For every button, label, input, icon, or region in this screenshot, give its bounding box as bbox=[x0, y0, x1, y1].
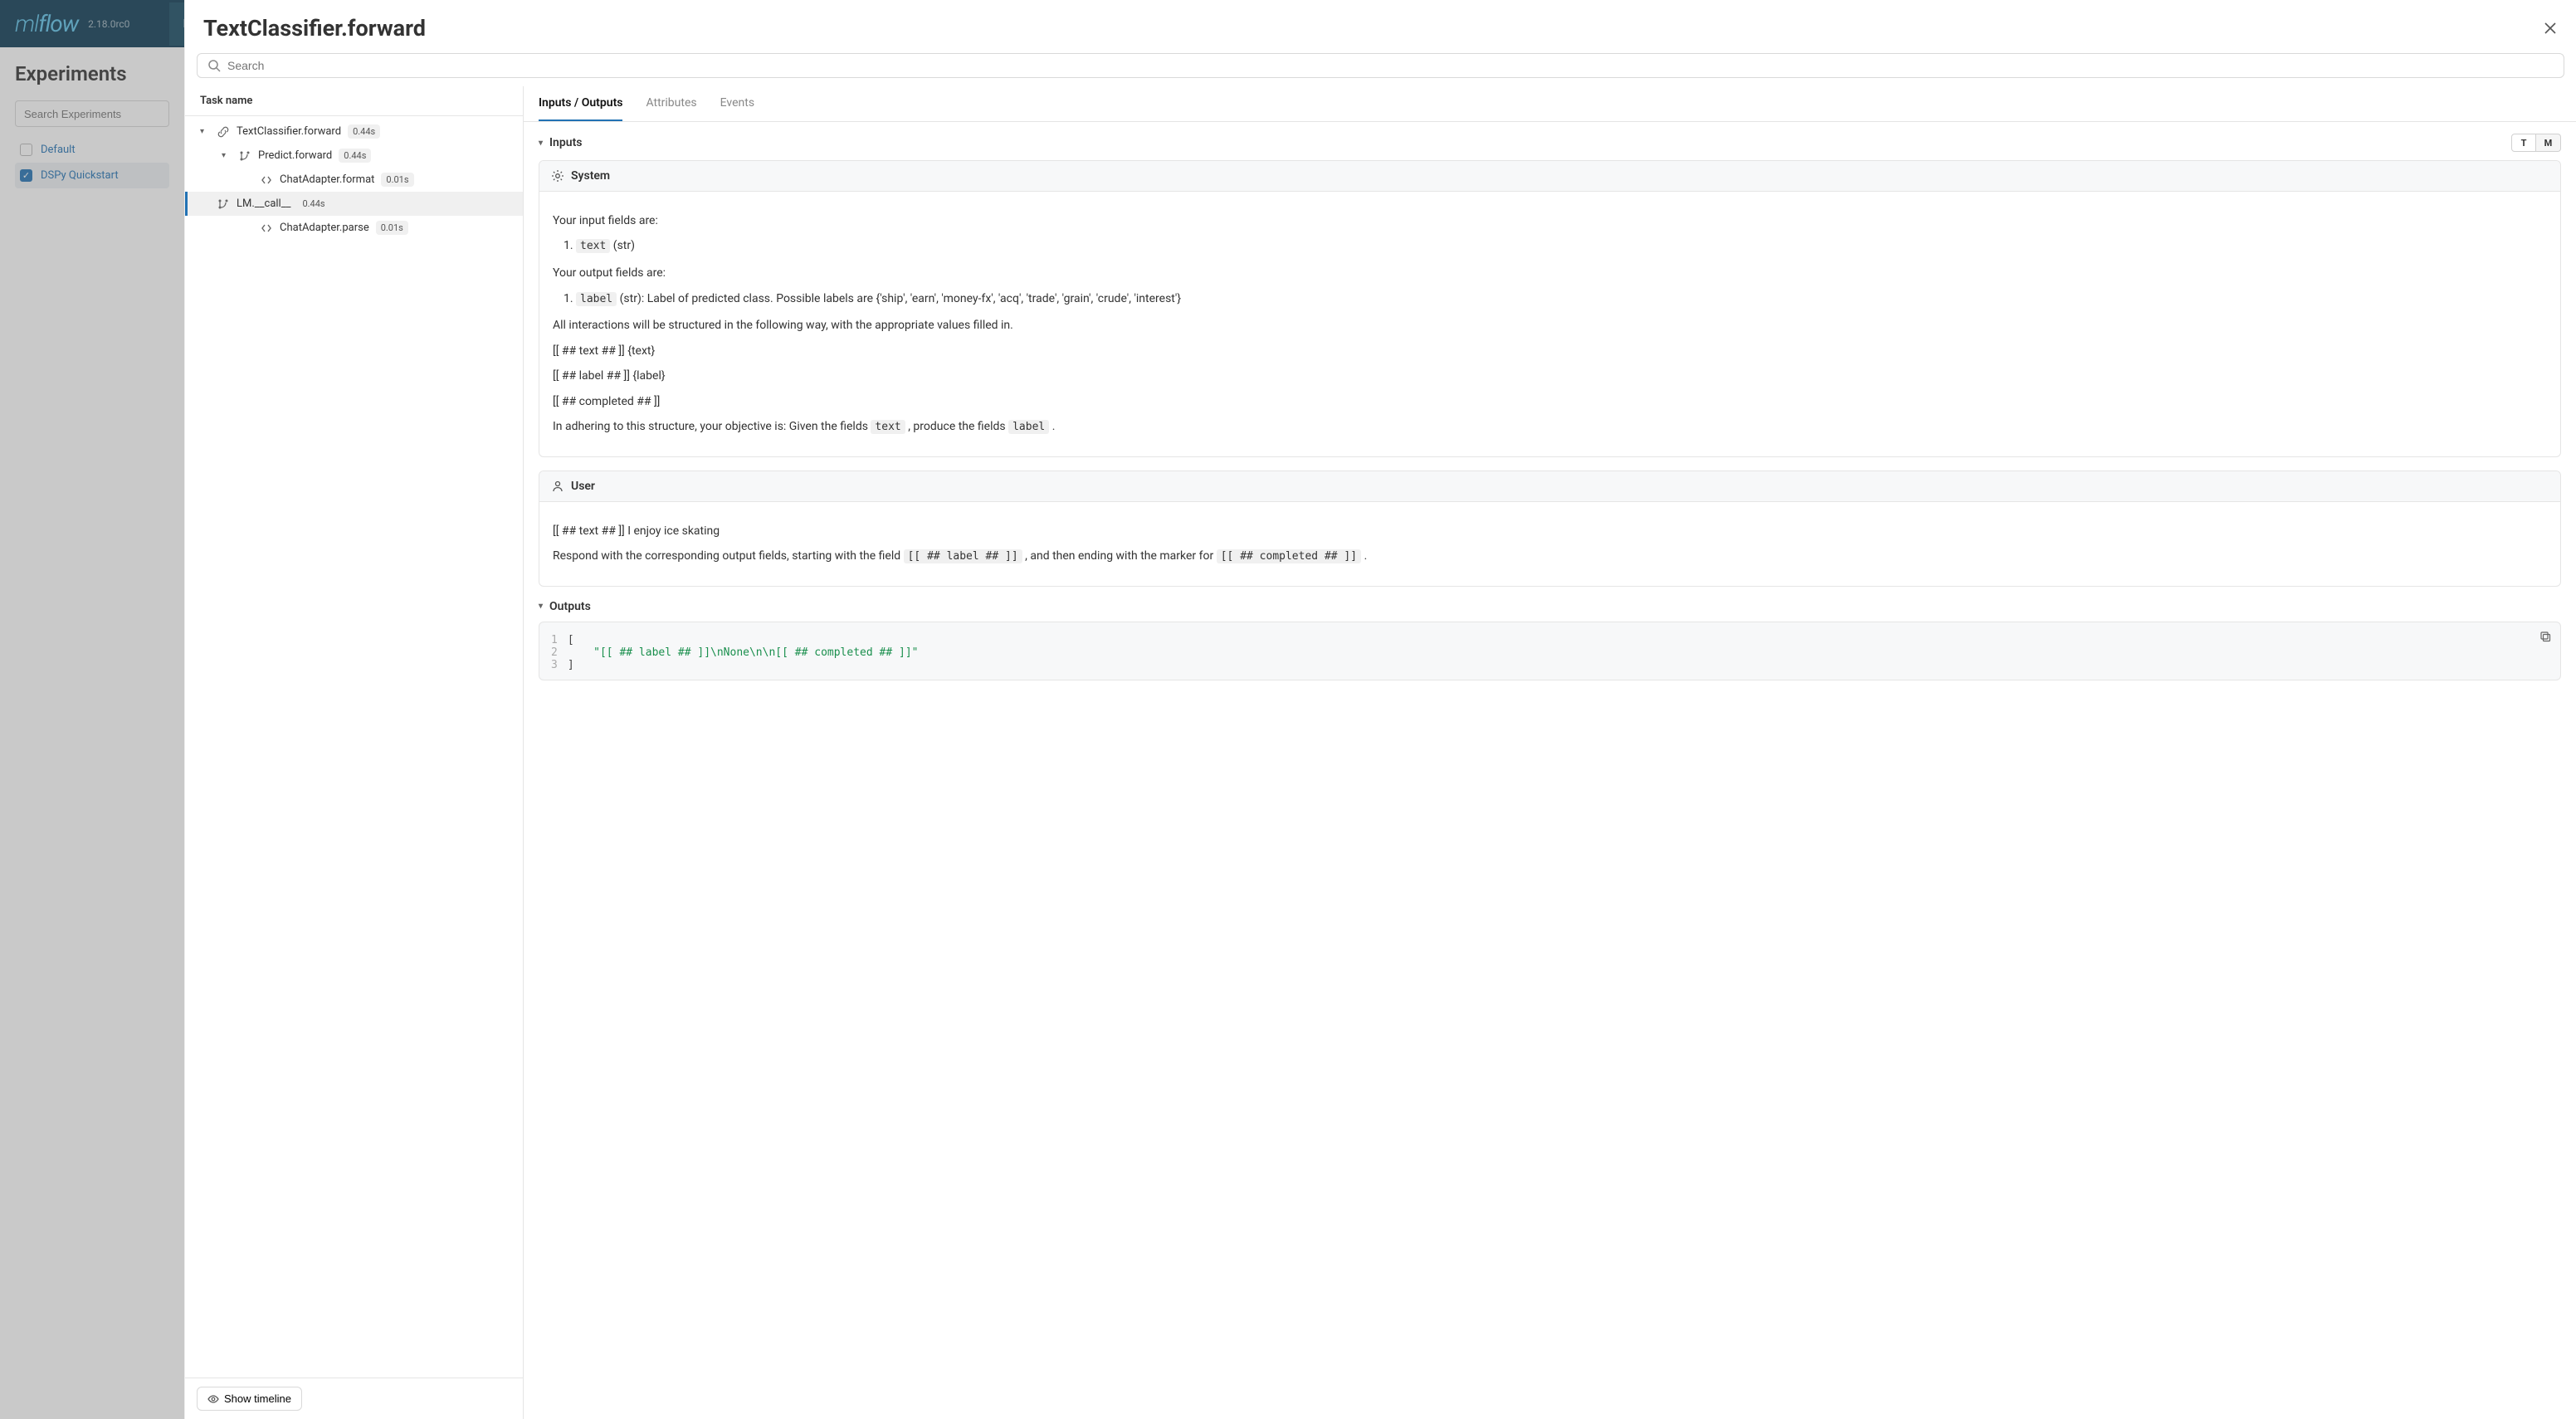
duration-badge: 0.01s bbox=[381, 173, 413, 187]
copy-button[interactable] bbox=[2539, 631, 2552, 643]
tree-header: Task name bbox=[185, 86, 523, 116]
search-input[interactable] bbox=[227, 59, 2554, 72]
link-icon bbox=[217, 125, 230, 139]
system-title: System bbox=[571, 169, 610, 183]
task-label: TextClassifier.forward bbox=[237, 125, 341, 138]
chevron-down-icon: ▾ bbox=[539, 602, 543, 611]
outputs-card: 1 2 3 [ "[[ ## label ## ]]\nNone\n\n[[ #… bbox=[539, 622, 2561, 680]
output-field-item: label (str): Label of predicted class. P… bbox=[576, 290, 2547, 309]
trace-panel: TextClassifier.forward Task name ▾ TextC… bbox=[184, 0, 2576, 1419]
user-title: User bbox=[571, 480, 595, 493]
panel-title: TextClassifier.forward bbox=[203, 15, 426, 41]
tree-row-lmcall[interactable]: LM.__call__ 0.44s bbox=[185, 192, 523, 216]
view-markdown-button[interactable]: M bbox=[2536, 134, 2561, 152]
search-icon bbox=[207, 59, 221, 72]
task-label: LM.__call__ bbox=[237, 197, 290, 210]
search-box[interactable] bbox=[197, 53, 2564, 78]
task-tree: Task name ▾ TextClassifier.forward 0.44s… bbox=[185, 86, 524, 1419]
tree-row-parse[interactable]: ChatAdapter.parse 0.01s bbox=[185, 216, 523, 240]
system-text: Your output fields are: bbox=[553, 264, 2547, 282]
branch-icon bbox=[238, 149, 251, 163]
inputs-title: Inputs bbox=[549, 136, 582, 149]
branch-icon bbox=[217, 197, 230, 211]
tab-events[interactable]: Events bbox=[720, 86, 754, 121]
tree-row-predict[interactable]: ▾ Predict.forward 0.44s bbox=[185, 144, 523, 168]
task-label: ChatAdapter.parse bbox=[280, 222, 369, 234]
user-text: [[ ## text ## ]] I enjoy ice skating bbox=[553, 522, 2547, 540]
show-timeline-button[interactable]: Show timeline bbox=[197, 1387, 302, 1411]
code-icon bbox=[260, 222, 273, 235]
system-text: All interactions will be structured in t… bbox=[553, 316, 2547, 334]
show-timeline-label: Show timeline bbox=[224, 1392, 291, 1405]
inputs-section-toggle[interactable]: ▾ Inputs bbox=[539, 136, 582, 149]
system-card: System Your input fields are: text (str)… bbox=[539, 160, 2561, 457]
view-toggle: T M bbox=[2511, 134, 2561, 152]
template-line: [[ ## label ## ]] {label} bbox=[553, 367, 2547, 385]
outputs-section-toggle[interactable]: ▾ Outputs bbox=[539, 600, 591, 613]
gear-icon bbox=[551, 169, 564, 183]
task-label: Predict.forward bbox=[258, 149, 332, 162]
chevron-down-icon[interactable]: ▾ bbox=[222, 151, 232, 160]
tab-attributes[interactable]: Attributes bbox=[646, 86, 696, 121]
chevron-down-icon[interactable]: ▾ bbox=[200, 127, 210, 136]
user-card: User [[ ## text ## ]] I enjoy ice skatin… bbox=[539, 471, 2561, 587]
template-line: [[ ## text ## ]] {text} bbox=[553, 342, 2547, 360]
task-label: ChatAdapter.format bbox=[280, 173, 374, 186]
detail-tabs: Inputs / Outputs Attributes Events bbox=[524, 86, 2576, 122]
close-icon bbox=[2543, 21, 2558, 36]
tree-row-format[interactable]: ChatAdapter.format 0.01s bbox=[185, 168, 523, 192]
duration-badge: 0.44s bbox=[297, 197, 329, 211]
outputs-title: Outputs bbox=[549, 600, 591, 613]
user-icon bbox=[551, 480, 564, 493]
duration-badge: 0.01s bbox=[376, 221, 408, 235]
system-text: Your input fields are: bbox=[553, 212, 2547, 230]
modal-backdrop[interactable] bbox=[0, 0, 184, 1419]
tree-row-root[interactable]: ▾ TextClassifier.forward 0.44s bbox=[185, 119, 523, 144]
close-button[interactable] bbox=[2543, 21, 2558, 36]
eye-icon bbox=[207, 1393, 219, 1405]
chevron-down-icon: ▾ bbox=[539, 139, 543, 148]
tab-inputs-outputs[interactable]: Inputs / Outputs bbox=[539, 86, 622, 121]
duration-badge: 0.44s bbox=[348, 124, 380, 139]
template-line: [[ ## completed ## ]] bbox=[553, 393, 2547, 411]
view-text-button[interactable]: T bbox=[2511, 134, 2536, 152]
duration-badge: 0.44s bbox=[339, 149, 371, 163]
user-instruction: Respond with the corresponding output fi… bbox=[553, 547, 2547, 566]
input-field-item: text (str) bbox=[576, 236, 2547, 256]
code-icon bbox=[260, 173, 273, 187]
objective-line: In adhering to this structure, your obje… bbox=[553, 417, 2547, 436]
output-code: 1 2 3 [ "[[ ## label ## ]]\nNone\n\n[[ #… bbox=[539, 622, 2560, 680]
copy-icon bbox=[2539, 631, 2552, 643]
